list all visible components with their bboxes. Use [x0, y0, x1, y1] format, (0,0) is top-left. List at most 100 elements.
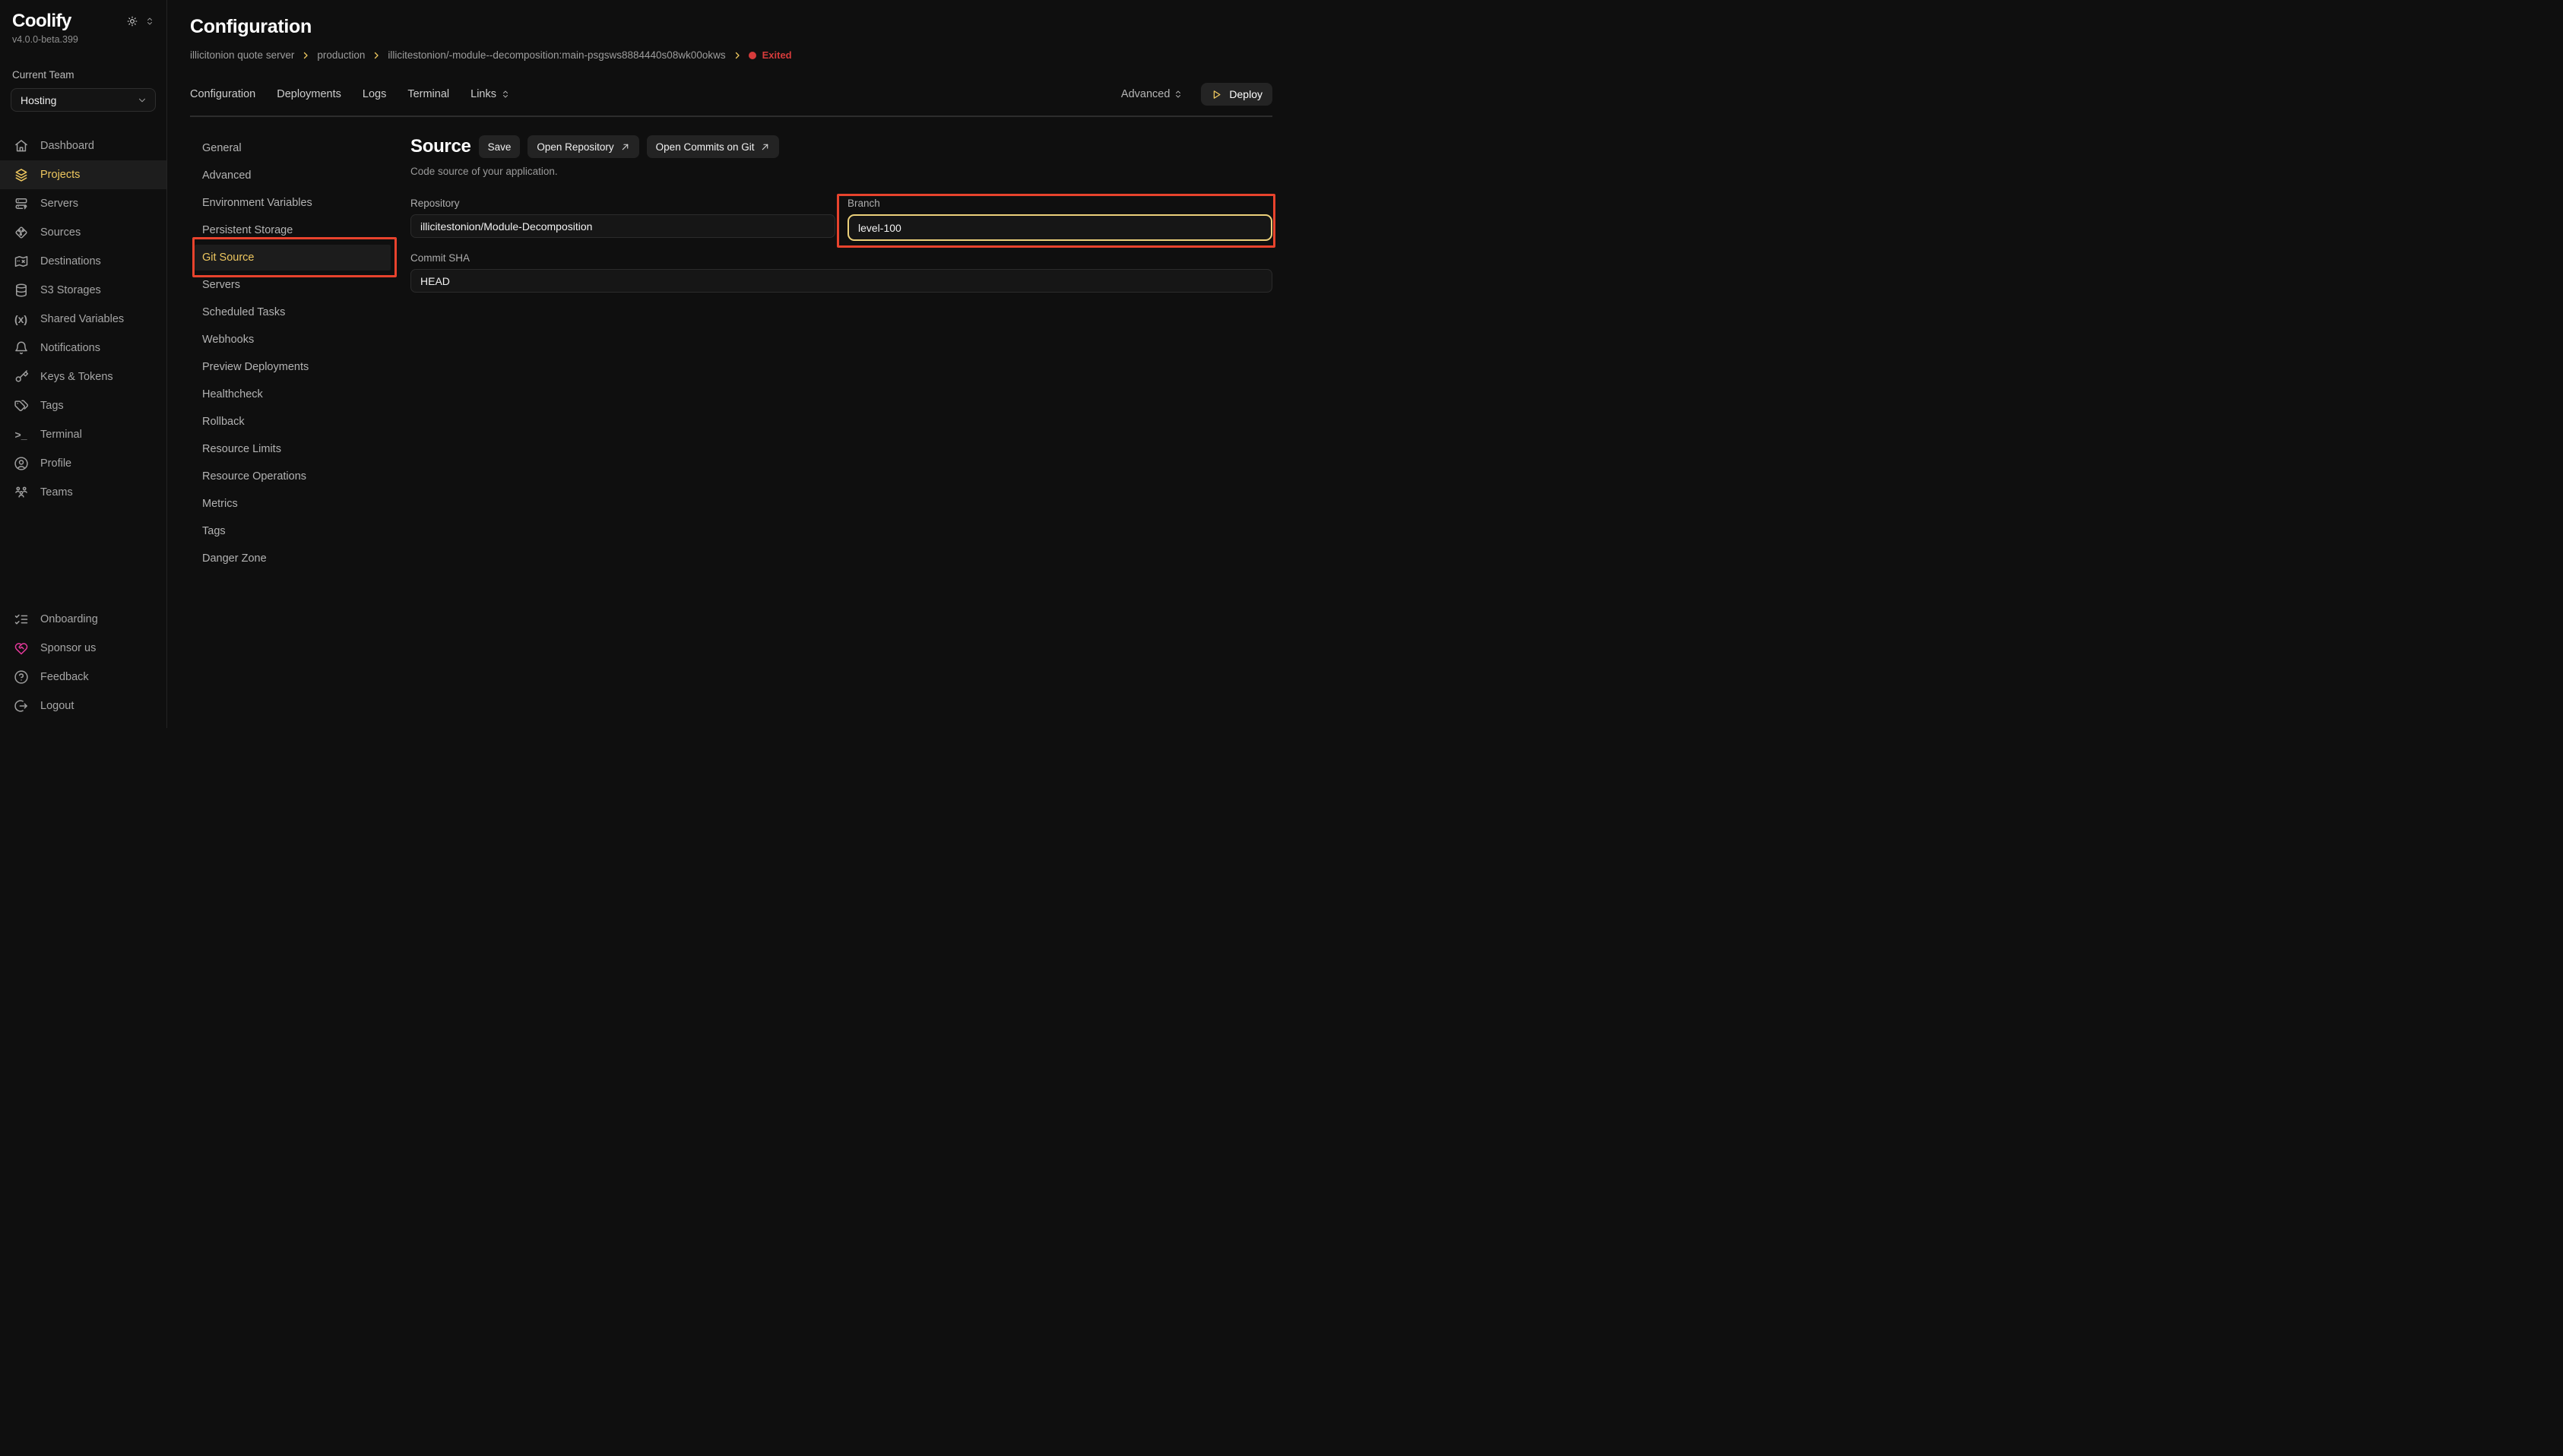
submenu-item-general[interactable]: General	[195, 135, 391, 161]
tab-logs[interactable]: Logs	[363, 88, 386, 100]
sidebar-item-label: Terminal	[40, 429, 82, 441]
page-title: Configuration	[190, 16, 1272, 38]
branch-label: Branch	[847, 198, 1272, 209]
submenu-item-healthcheck[interactable]: Healthcheck	[195, 381, 391, 407]
submenu-item-environment-variables[interactable]: Environment Variables	[195, 190, 391, 216]
commit-sha-label: Commit SHA	[410, 252, 1272, 264]
variables-icon: (x)	[13, 313, 29, 325]
sidebar-item-sponsor[interactable]: Sponsor us	[0, 634, 166, 663]
brand-row: Coolify	[0, 11, 166, 32]
submenu-item-metrics[interactable]: Metrics	[195, 491, 391, 517]
home-icon	[13, 138, 29, 154]
external-link-icon	[760, 142, 770, 152]
sidebar-item-label: Projects	[40, 169, 80, 181]
advanced-selector[interactable]: Advanced	[1121, 88, 1183, 100]
breadcrumb-environment[interactable]: production	[317, 49, 365, 61]
sidebar-item-projects[interactable]: Projects	[0, 160, 166, 189]
logout-icon	[13, 698, 29, 714]
submenu-item-persistent-storage[interactable]: Persistent Storage	[195, 217, 391, 243]
sidebar-item-label: Logout	[40, 700, 74, 712]
main-area: Configuration illicitonion quote server …	[167, 0, 1282, 728]
submenu-item-scheduled-tasks[interactable]: Scheduled Tasks	[195, 299, 391, 325]
help-circle-icon	[13, 669, 29, 685]
users-icon	[13, 485, 29, 500]
submenu-item-resource-operations[interactable]: Resource Operations	[195, 464, 391, 489]
chevrons-up-down-icon	[501, 90, 510, 99]
sidebar-item-profile[interactable]: Profile	[0, 449, 166, 478]
sidebar-item-notifications[interactable]: Notifications	[0, 334, 166, 362]
tab-terminal[interactable]: Terminal	[407, 88, 449, 100]
submenu-item-webhooks[interactable]: Webhooks	[195, 327, 391, 353]
tab-configuration[interactable]: Configuration	[190, 88, 255, 100]
source-title: Source	[410, 136, 471, 157]
sidebar-item-label: S3 Storages	[40, 284, 101, 296]
tab-links[interactable]: Links	[470, 88, 510, 100]
sidebar-item-feedback[interactable]: Feedback	[0, 663, 166, 692]
source-panel: Source Save Open Repository Open Commits…	[410, 135, 1272, 573]
repository-input[interactable]	[410, 214, 835, 238]
checklist-icon	[13, 612, 29, 627]
sidebar-item-onboarding[interactable]: Onboarding	[0, 605, 166, 634]
sidebar-item-label: Keys & Tokens	[40, 371, 113, 383]
current-team-label: Current Team	[0, 69, 166, 81]
app-root: Coolify v4.0.0-beta.399 Current Team Hos…	[0, 0, 1282, 728]
theme-sun-icon[interactable]	[127, 16, 138, 27]
sidebar-item-teams[interactable]: Teams	[0, 478, 166, 507]
chevrons-up-down-icon	[1174, 90, 1183, 99]
sidebar-item-keys-tokens[interactable]: Keys & Tokens	[0, 362, 166, 391]
branch-input[interactable]	[847, 214, 1272, 241]
brand-logo: Coolify	[12, 11, 71, 32]
source-description: Code source of your application.	[410, 166, 1272, 177]
submenu-item-servers[interactable]: Servers	[195, 272, 391, 298]
submenu-item-resource-limits[interactable]: Resource Limits	[195, 436, 391, 462]
map-icon	[13, 254, 29, 269]
status-label: Exited	[762, 49, 792, 61]
repository-field: Repository	[410, 198, 835, 241]
heart-hands-icon	[13, 641, 29, 656]
submenu-item-danger-zone[interactable]: Danger Zone	[195, 546, 391, 571]
sidebar-item-destinations[interactable]: Destinations	[0, 247, 166, 276]
sidebar-item-dashboard[interactable]: Dashboard	[0, 131, 166, 160]
sidebar-item-logout[interactable]: Logout	[0, 692, 166, 720]
tab-deployments[interactable]: Deployments	[277, 88, 341, 100]
submenu-item-advanced[interactable]: Advanced	[195, 163, 391, 188]
submenu-item-preview-deployments[interactable]: Preview Deployments	[195, 354, 391, 380]
breadcrumb: illicitonion quote server production ill…	[190, 49, 1272, 61]
save-button[interactable]: Save	[479, 135, 521, 158]
sidebar-nav: Dashboard Projects Servers Sources Desti…	[0, 131, 166, 507]
sidebar-footer-nav: Onboarding Sponsor us Feedback Logout	[0, 605, 166, 720]
sidebar: Coolify v4.0.0-beta.399 Current Team Hos…	[0, 0, 167, 728]
breadcrumb-application[interactable]: illicitestonion/-module--decomposition:m…	[388, 49, 725, 61]
team-select[interactable]: Hosting	[11, 88, 156, 112]
branch-field: Branch	[847, 198, 1272, 241]
sidebar-item-servers[interactable]: Servers	[0, 189, 166, 218]
terminal-icon: >_	[13, 429, 29, 441]
sidebar-item-tags[interactable]: Tags	[0, 391, 166, 420]
submenu-item-rollback[interactable]: Rollback	[195, 409, 391, 435]
chevron-right-icon	[301, 51, 310, 60]
sidebar-item-s3-storages[interactable]: S3 Storages	[0, 276, 166, 305]
app-version: v4.0.0-beta.399	[0, 34, 166, 45]
sidebar-item-label: Dashboard	[40, 140, 94, 152]
sidebar-item-terminal[interactable]: >_ Terminal	[0, 420, 166, 449]
play-icon	[1211, 89, 1222, 100]
sidebar-item-label: Onboarding	[40, 613, 98, 625]
layers-icon	[13, 167, 29, 182]
submenu-item-tags[interactable]: Tags	[195, 518, 391, 544]
sidebar-item-shared-variables[interactable]: (x) Shared Variables	[0, 305, 166, 334]
open-repository-button[interactable]: Open Repository	[527, 135, 638, 158]
sidebar-item-label: Sponsor us	[40, 642, 96, 654]
sidebar-item-label: Tags	[40, 400, 64, 412]
sidebar-item-label: Teams	[40, 486, 73, 499]
open-commits-button[interactable]: Open Commits on Git	[647, 135, 780, 158]
commit-sha-input[interactable]	[410, 269, 1272, 293]
sidebar-item-sources[interactable]: Sources	[0, 218, 166, 247]
deploy-button[interactable]: Deploy	[1201, 83, 1272, 106]
theme-selector-chevrons-icon[interactable]	[145, 17, 154, 26]
breadcrumb-project[interactable]: illicitonion quote server	[190, 49, 294, 61]
repository-label: Repository	[410, 198, 835, 209]
commit-sha-field: Commit SHA	[410, 252, 1272, 293]
status-badge: Exited	[749, 49, 792, 61]
sidebar-item-label: Servers	[40, 198, 78, 210]
submenu-item-git-source[interactable]: Git Source	[195, 245, 391, 271]
